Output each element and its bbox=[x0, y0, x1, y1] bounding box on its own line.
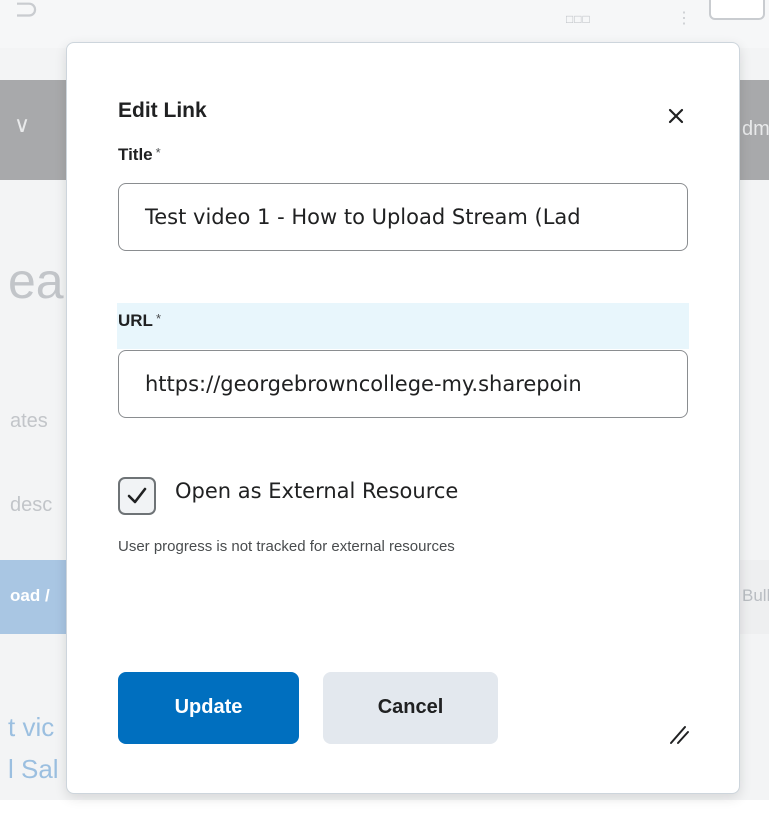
logo-fragment: ⊃ bbox=[14, 0, 40, 26]
required-mark: * bbox=[155, 145, 161, 160]
external-resource-helper: User progress is not tracked for externa… bbox=[118, 538, 455, 555]
resize-handle-icon[interactable] bbox=[668, 723, 690, 745]
nav-item-fragment[interactable]: dm bbox=[742, 118, 769, 141]
dialog-title: Edit Link bbox=[118, 99, 207, 122]
page-footer bbox=[0, 800, 769, 818]
top-header bbox=[0, 0, 769, 48]
text-fragment: ates bbox=[10, 410, 48, 432]
url-label-highlight bbox=[117, 303, 689, 349]
external-resource-label[interactable]: Open as External Resource bbox=[175, 479, 458, 503]
external-resource-checkbox[interactable] bbox=[118, 477, 156, 515]
url-input[interactable]: https://georgebrowncollege-my.sharepoin bbox=[118, 350, 688, 418]
toolbar-item-fragment[interactable]: Bull bbox=[742, 586, 769, 606]
chevron-down-icon[interactable]: ∨ bbox=[14, 112, 30, 138]
title-field-label: Title * bbox=[118, 145, 161, 165]
title-input[interactable]: Test video 1 - How to Upload Stream (Lad bbox=[118, 183, 688, 251]
content-link-fragment[interactable]: l Sal bbox=[8, 754, 59, 785]
page-heading-fragment: ea bbox=[8, 253, 64, 309]
close-button[interactable] bbox=[659, 99, 693, 133]
url-label-text: URL bbox=[118, 311, 153, 330]
close-icon bbox=[668, 108, 684, 124]
title-label-text: Title bbox=[118, 145, 153, 164]
content-link-fragment[interactable]: t vic bbox=[8, 712, 54, 743]
toolbar-button-label: oad / bbox=[10, 586, 50, 605]
more-options-icon[interactable]: ⋮ bbox=[676, 8, 692, 28]
cancel-button[interactable]: Cancel bbox=[323, 672, 498, 744]
required-mark: * bbox=[155, 311, 162, 326]
app-launcher-icon[interactable]: □□□ bbox=[566, 12, 591, 26]
edit-link-dialog: Edit Link Title * Test video 1 - How to U… bbox=[66, 42, 740, 794]
update-button[interactable]: Update bbox=[118, 672, 299, 744]
checkmark-icon bbox=[127, 487, 147, 504]
avatar[interactable] bbox=[709, 0, 765, 20]
url-field-label: URL * bbox=[118, 311, 161, 331]
text-fragment: desc bbox=[10, 494, 53, 516]
